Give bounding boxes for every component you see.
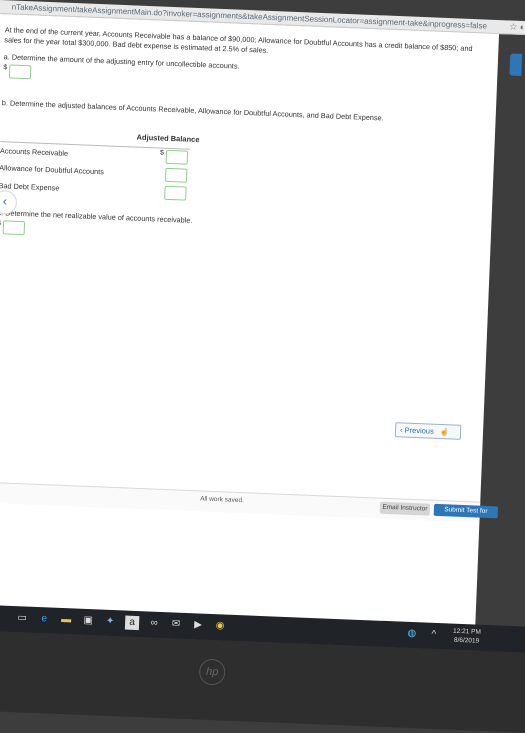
row-currency: $ [159, 149, 165, 157]
side-panel-tab[interactable] [509, 53, 523, 76]
part-c-prompt: c. Determine the net realizable value of… [0, 208, 193, 225]
save-status: All work saved. [199, 495, 244, 505]
previous-button[interactable]: ‹ Previous ☝ [394, 422, 462, 440]
adjusted-balance-table: Adjusted Balance Accounts Receivable $ A… [0, 121, 221, 210]
store-icon[interactable]: ▣ [81, 614, 96, 629]
part-a-prompt: a. Determine the amount of the adjusting… [3, 52, 240, 71]
clock-date: 8/6/2019 [453, 636, 480, 645]
hand-pointer-icon: ☝ [439, 427, 450, 437]
email-instructor-button[interactable]: Email Instructor [379, 501, 431, 516]
link-icon[interactable]: ∞ [147, 616, 162, 631]
tray-app-icon[interactable]: ◍ [405, 627, 420, 642]
app-icon[interactable]: ✦ [103, 615, 118, 630]
assignment-page: At the end of the current year, Accounts… [0, 13, 523, 634]
bad-debt-expense-input[interactable] [164, 185, 187, 201]
mail-icon[interactable]: ✉ [169, 617, 184, 632]
browser-controls-icon[interactable]: ☆ ◐ [509, 20, 525, 34]
row-label-accounts-receivable: Accounts Receivable [0, 146, 69, 158]
chrome-icon[interactable]: ◉ [213, 619, 228, 634]
column-header-adjusted-balance: Adjusted Balance [136, 132, 200, 145]
part-a-currency: $ [3, 64, 8, 72]
file-explorer-icon[interactable]: ▬ [59, 613, 74, 628]
edge-icon[interactable]: e [37, 612, 52, 627]
screen: nTakeAssignment/takeAssignmentMain.do?in… [0, 0, 525, 733]
previous-label: Previous [404, 425, 435, 436]
part-c-input[interactable] [2, 220, 26, 236]
footer-bar: All work saved. Email Instructor Submit … [0, 481, 499, 527]
part-c-currency: $ [0, 220, 1, 227]
accounts-receivable-input[interactable] [165, 149, 189, 165]
row-label-allowance: Allowance for Doubtful Accounts [0, 163, 105, 177]
part-a-input[interactable] [8, 64, 32, 80]
notifications-icon[interactable]: ^ [427, 628, 442, 643]
taskbar-clock[interactable]: 12:21 PM 8/6/2019 [452, 627, 481, 646]
part-b-prompt: b. Determine the adjusted balances of Ac… [1, 98, 384, 123]
submit-test-button[interactable]: Submit Test for Grading [433, 503, 499, 527]
allowance-input[interactable] [164, 167, 188, 183]
task-view-icon[interactable]: ▭ [15, 611, 30, 626]
amazon-icon[interactable]: a [124, 615, 140, 631]
media-icon[interactable]: ▶ [191, 618, 206, 633]
